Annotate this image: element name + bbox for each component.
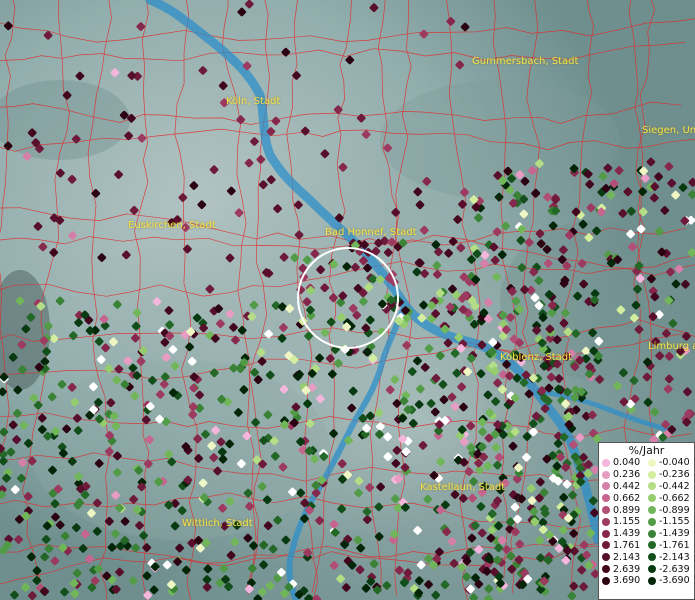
legend-value: 1.155 bbox=[613, 516, 641, 528]
legend-swatch bbox=[602, 482, 610, 491]
legend-value: -1.439 bbox=[659, 528, 690, 540]
legend-entry-negative: -1.155 bbox=[648, 516, 694, 528]
legend-swatch bbox=[648, 565, 656, 574]
legend-swatch bbox=[602, 494, 610, 503]
label-limburg: Limburg a. bbox=[648, 341, 695, 352]
label-kastellaun: Kastellaun, Stadt bbox=[420, 482, 506, 493]
legend-entry-positive: 3.690 bbox=[602, 575, 648, 587]
label-bad-honnef: Bad Honnef, Stadt bbox=[325, 227, 417, 238]
legend-entry-negative: -0.662 bbox=[648, 492, 694, 504]
label-siegen: Siegen, Un bbox=[642, 125, 695, 136]
legend-swatch bbox=[602, 506, 610, 515]
label-koblenz: Koblenz, Stadt bbox=[500, 352, 573, 363]
legend-swatch bbox=[602, 470, 610, 479]
legend-entry-positive: 1.155 bbox=[602, 516, 648, 528]
legend-value: 2.143 bbox=[613, 551, 641, 563]
legend-swatch bbox=[648, 482, 656, 491]
legend-entry-positive: 0.662 bbox=[602, 492, 648, 504]
legend-swatch bbox=[648, 541, 656, 550]
legend-title: %/Jahr bbox=[628, 444, 665, 457]
legend-value: 0.899 bbox=[613, 504, 641, 516]
legend-swatch bbox=[602, 541, 610, 550]
legend-entry-negative: -1.439 bbox=[648, 528, 694, 540]
legend-value: -1.761 bbox=[659, 539, 690, 551]
legend-entry-negative: -2.143 bbox=[648, 551, 694, 563]
legend-swatch bbox=[648, 506, 656, 515]
legend-swatch bbox=[648, 576, 656, 585]
legend-value: 3.690 bbox=[613, 575, 641, 587]
legend-value: -3.690 bbox=[659, 575, 690, 587]
label-gummersbach: Gummersbach, Stadt bbox=[472, 56, 579, 67]
legend-value: 0.040 bbox=[613, 457, 641, 469]
legend-value: 2.639 bbox=[613, 563, 641, 575]
legend-entry-positive: 1.439 bbox=[602, 528, 648, 540]
legend-entry-positive: 2.639 bbox=[602, 563, 648, 575]
legend-value: -2.143 bbox=[659, 551, 690, 563]
legend-value: 1.761 bbox=[613, 539, 641, 551]
legend-swatch bbox=[602, 565, 610, 574]
legend-swatch bbox=[602, 517, 610, 526]
label-wittlich: Wittlich, Stadt bbox=[182, 518, 253, 529]
legend-swatch bbox=[648, 458, 656, 467]
legend-entry-negative: -0.236 bbox=[648, 469, 694, 481]
legend-entry-negative: -2.639 bbox=[648, 563, 694, 575]
legend-value: 0.236 bbox=[613, 469, 641, 481]
legend-entry-positive: 0.236 bbox=[602, 469, 648, 481]
legend-value: -0.442 bbox=[659, 480, 690, 492]
legend-entry-negative: -0.040 bbox=[648, 457, 694, 469]
legend-swatch bbox=[648, 470, 656, 479]
legend-swatch bbox=[602, 553, 610, 562]
legend-swatch bbox=[602, 458, 610, 467]
legend-entry-positive: 0.899 bbox=[602, 504, 648, 516]
legend-entry-negative: -0.899 bbox=[648, 504, 694, 516]
legend-value: 0.442 bbox=[613, 480, 641, 492]
legend-entry-negative: -0.442 bbox=[648, 481, 694, 493]
legend-entry-negative: -3.690 bbox=[648, 575, 694, 587]
legend-value: -0.236 bbox=[659, 469, 690, 481]
legend-swatch bbox=[648, 494, 656, 503]
legend-swatch bbox=[648, 517, 656, 526]
legend-value: -0.662 bbox=[659, 492, 690, 504]
legend-value: 1.439 bbox=[613, 528, 641, 540]
legend-panel: %/Jahr 0.040 -0.040 0.236 -0.236 0.442 -0.442… bbox=[598, 442, 695, 600]
legend-entry-positive: 1.761 bbox=[602, 540, 648, 552]
legend-value: 0.662 bbox=[613, 492, 641, 504]
map-canvas[interactable] bbox=[0, 0, 695, 600]
legend-entry-negative: -1.761 bbox=[648, 540, 694, 552]
legend-value: -0.899 bbox=[659, 504, 690, 516]
label-euskirchen: Euskirchen, Stadt bbox=[128, 220, 216, 231]
legend-grid: 0.040 -0.040 0.236 -0.236 0.442 -0.442 0.662 -0… bbox=[599, 457, 694, 587]
legend-swatch bbox=[648, 553, 656, 562]
legend-value: -1.155 bbox=[659, 516, 690, 528]
label-koeln: Köln, Stadt bbox=[226, 96, 281, 107]
legend-value: -0.040 bbox=[659, 457, 690, 469]
legend-value: -2.639 bbox=[659, 563, 690, 575]
legend-swatch bbox=[602, 576, 610, 585]
legend-swatch bbox=[648, 529, 656, 538]
legend-entry-positive: 2.143 bbox=[602, 551, 648, 563]
legend-swatch bbox=[602, 529, 610, 538]
legend-entry-positive: 0.442 bbox=[602, 481, 648, 493]
legend-entry-positive: 0.040 bbox=[602, 457, 648, 469]
